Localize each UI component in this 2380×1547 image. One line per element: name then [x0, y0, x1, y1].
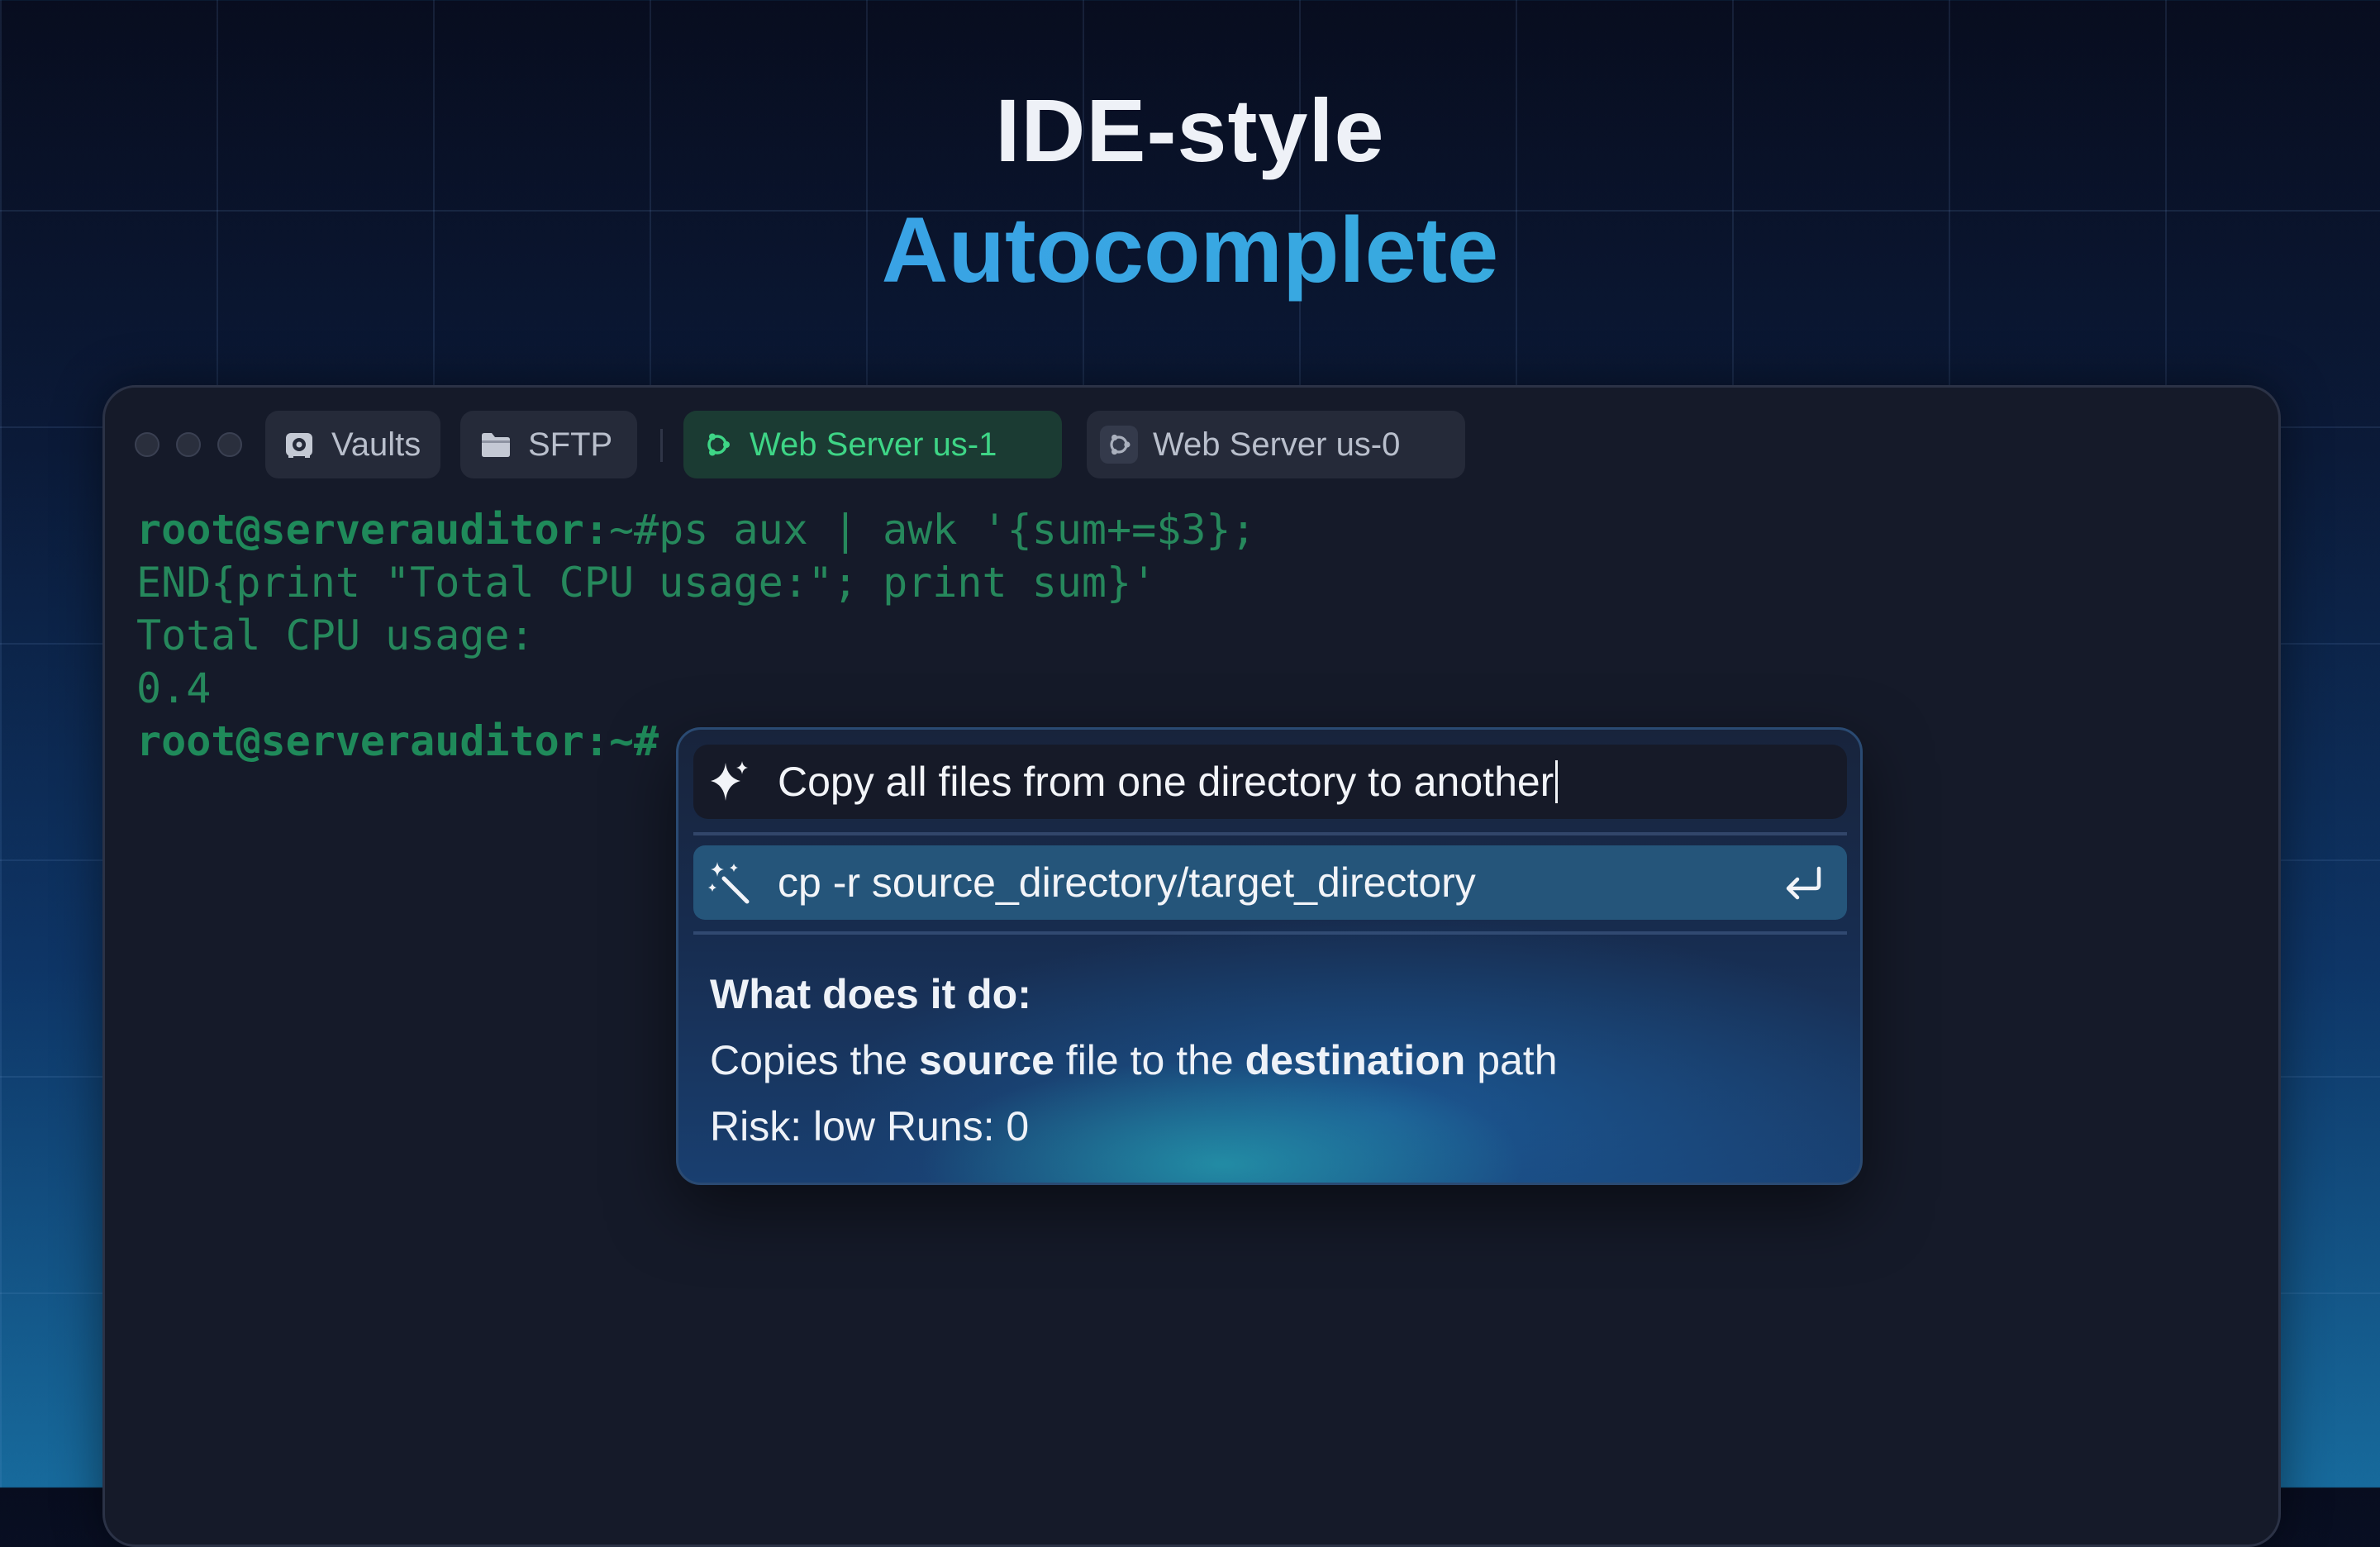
terminal-command: ~#ps aux | awk '{sum+=$3};: [608, 506, 1256, 554]
tab-label: Vaults: [331, 426, 421, 463]
ai-query-input[interactable]: Copy all files from one directory to ano…: [693, 745, 1847, 819]
terminal-prompt: root@serverauditor:: [136, 506, 609, 554]
description-text: Copies the source file to the destinatio…: [710, 1037, 1558, 1083]
tab-label: Web Server us-0: [1153, 426, 1401, 463]
terminal-prompt: root@serverauditor:: [136, 717, 609, 765]
risk-info: Risk: low Runs: 0: [710, 1103, 1030, 1150]
ubuntu-icon: [1100, 426, 1138, 464]
enter-key-icon[interactable]: [1783, 864, 1824, 902]
tab-sftp[interactable]: SFTP: [460, 411, 637, 478]
terminal-line: END{print "Total CPU usage:"; print sum}…: [136, 559, 1157, 607]
divider: [693, 832, 1847, 835]
text-caret: [1555, 760, 1559, 803]
folder-icon: [478, 427, 513, 462]
ubuntu-icon: [700, 427, 735, 462]
tab-web-server-us-1[interactable]: Web Server us-1: [683, 411, 1062, 478]
ai-query-text: Copy all files from one directory to ano…: [778, 759, 1554, 805]
tab-separator: [660, 429, 663, 462]
description-panel: What does it do: Copies the source file …: [710, 961, 1558, 1159]
terminal-command: ~#: [608, 717, 659, 765]
magic-wand-icon: [705, 858, 754, 907]
terminal-line: 0.4: [136, 664, 212, 712]
suggestion-command: cp -r source_directory/target_directory: [778, 859, 1476, 906]
terminal-line: root@serverauditor:~#ps aux | awk '{sum+…: [136, 503, 1256, 556]
tab-web-server-us-0[interactable]: Web Server us-0: [1087, 411, 1465, 478]
tab-vaults[interactable]: Vaults: [265, 411, 440, 478]
suggestion-item[interactable]: cp -r source_directory/target_directory: [693, 845, 1847, 920]
autocomplete-popup: Copy all files from one directory to ano…: [676, 727, 1863, 1185]
vault-icon: [282, 427, 317, 462]
headline-subtitle: Autocomplete: [0, 197, 2380, 303]
window-minimize-button[interactable]: [176, 432, 201, 457]
sparkle-icon: [705, 757, 754, 807]
terminal-line: Total CPU usage:: [136, 612, 535, 659]
description-heading: What does it do:: [710, 971, 1031, 1017]
window-close-button[interactable]: [135, 432, 159, 457]
window-zoom-button[interactable]: [217, 432, 242, 457]
divider: [693, 931, 1847, 935]
headline-title: IDE-style: [995, 80, 1385, 180]
tab-label: Web Server us-1: [750, 426, 997, 463]
tab-label: SFTP: [528, 426, 613, 463]
